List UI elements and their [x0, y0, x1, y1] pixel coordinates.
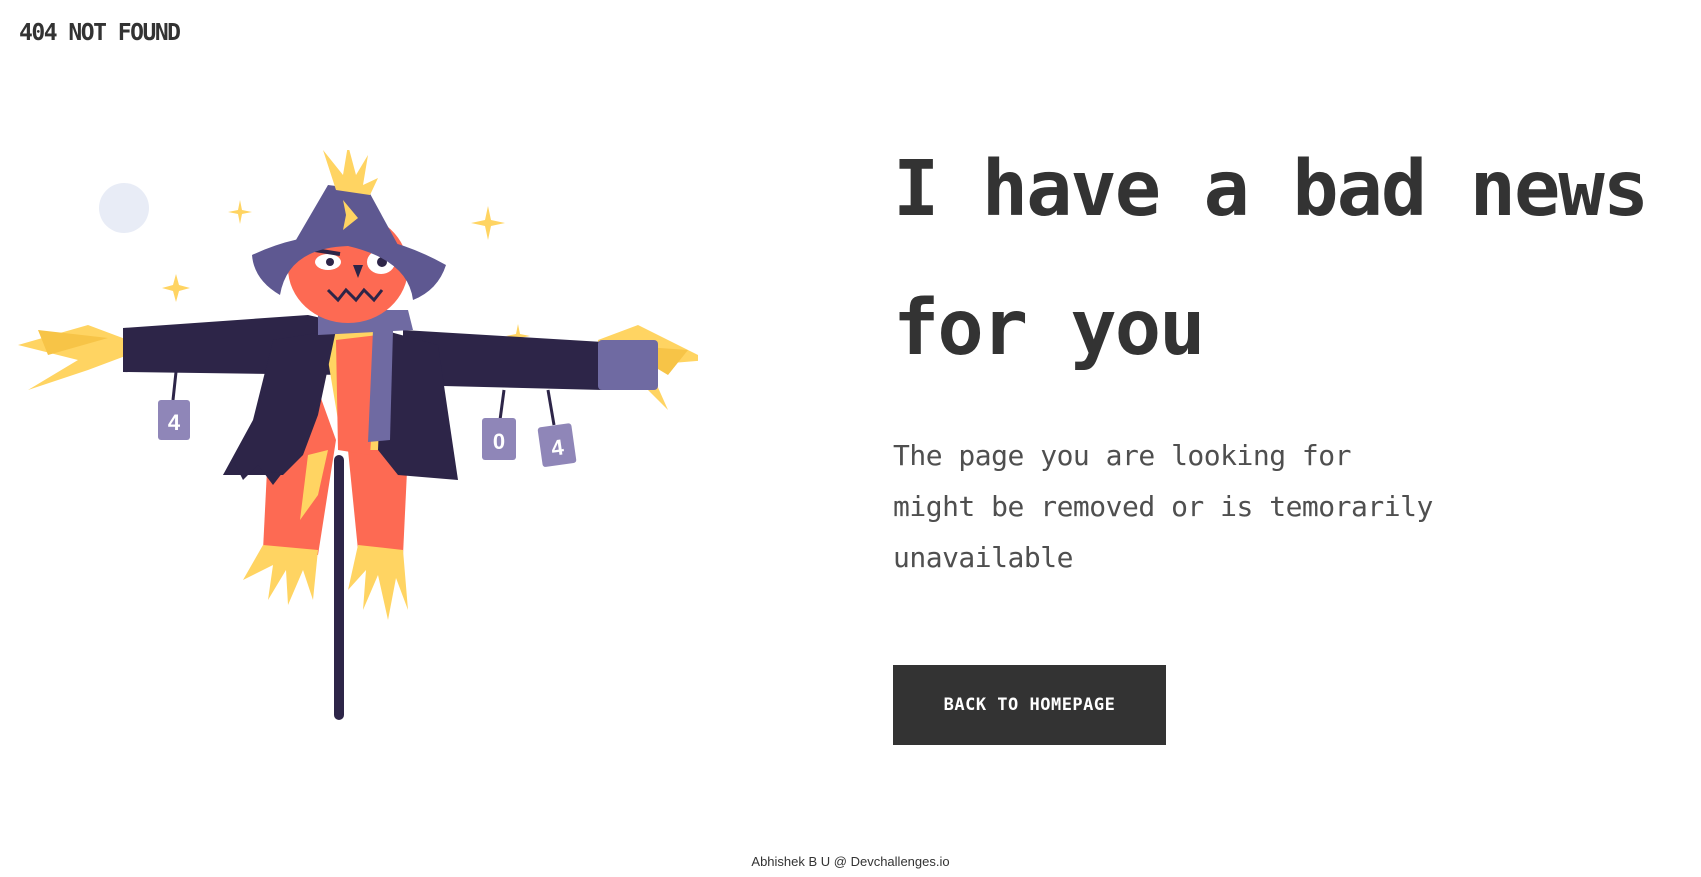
footer-credit: Abhishek B U @ Devchallenges.io	[751, 854, 950, 869]
can-0: 0	[482, 418, 516, 460]
can-4-right: 4	[537, 423, 577, 467]
error-message: The page you are looking for might be re…	[893, 430, 1433, 583]
main-content: I have a bad news for you The page you a…	[893, 140, 1683, 745]
message-line-3: unavailable	[893, 541, 1073, 574]
message-line-2: might be removed or is temorarily	[893, 490, 1433, 523]
can-4-left: 4	[158, 400, 190, 440]
headline-line-2: for you	[893, 284, 1206, 373]
back-to-homepage-button[interactable]: BACK TO HOMEPAGE	[893, 665, 1166, 745]
svg-text:4: 4	[168, 410, 181, 435]
moon-icon	[99, 183, 149, 233]
message-line-1: The page you are looking for	[893, 439, 1352, 472]
svg-text:0: 0	[493, 429, 505, 454]
scarecrow-illustration: 4 0 4	[18, 150, 698, 720]
brand-logo[interactable]: 404 NOT FOUND	[19, 20, 181, 46]
headline-line-1: I have a bad news	[893, 145, 1649, 234]
headline: I have a bad news for you	[893, 120, 1683, 398]
